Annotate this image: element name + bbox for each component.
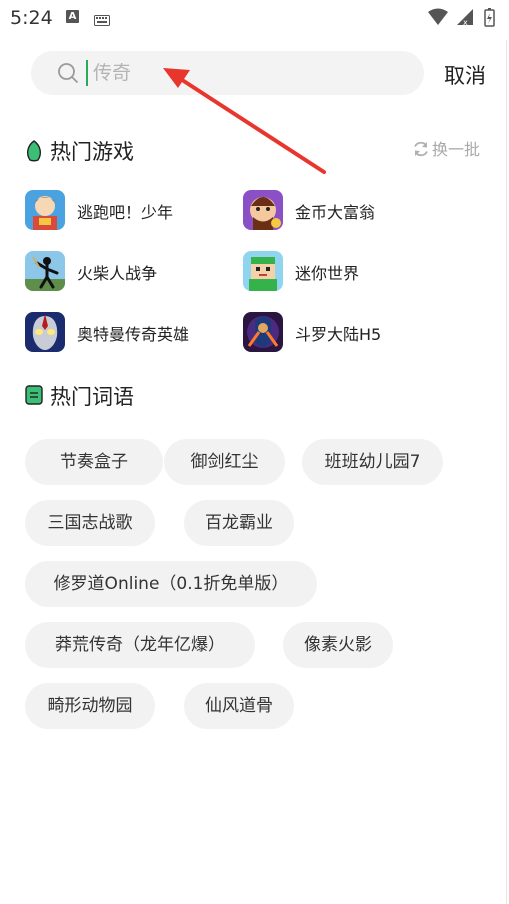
refresh-icon — [414, 141, 428, 157]
hot-word-tag[interactable]: 班班幼儿园7 — [302, 439, 443, 485]
game-name: 逃跑吧！少年 — [77, 203, 174, 222]
game-miniworld-icon — [243, 251, 283, 291]
game-name: 金币大富翁 — [295, 203, 376, 222]
hot-word-tag[interactable]: 百龙霸业 — [184, 500, 294, 546]
game-name: 迷你世界 — [295, 264, 360, 283]
game-jinbidafuweng-icon — [243, 190, 283, 230]
svg-text:x: x — [463, 18, 468, 27]
wifi-signal-battery-icon: x — [428, 8, 495, 27]
divider — [506, 40, 507, 904]
game-name: 斗罗大陆H5 — [295, 325, 382, 344]
game-ultraman-icon — [25, 312, 65, 352]
text-cursor — [86, 60, 88, 86]
refresh-button[interactable]: 换一批 — [412, 136, 480, 160]
hot-words-title: 热门词语 — [50, 385, 134, 409]
status-time: 5:24 — [10, 7, 53, 29]
game-huochairen-icon — [25, 251, 65, 291]
status-bar: 5:24 A x — [0, 0, 509, 34]
hot-word-tag[interactable]: 修罗道Online（0.1折免单版） — [25, 561, 317, 607]
hot-word-tag[interactable]: 畸形动物园 — [25, 683, 155, 729]
game-name: 奥特曼传奇英雄 — [77, 325, 190, 344]
hot-word-tag[interactable]: 节奏盒子 — [25, 439, 163, 485]
hot-word-tag[interactable]: 御剑红尘 — [164, 439, 285, 485]
hot-word-tag[interactable]: 莽荒传奇（龙年亿爆） — [25, 622, 255, 668]
leaf-icon — [26, 140, 42, 162]
annotation-arrow-icon — [163, 68, 326, 174]
hot-games-title: 热门游戏 — [50, 140, 134, 164]
game-douluo-icon — [243, 312, 283, 352]
game-taopaoba-icon — [25, 190, 65, 230]
status-indicators: x — [427, 7, 499, 27]
search-icon — [57, 62, 79, 88]
cancel-button[interactable]: 取消 — [444, 60, 486, 90]
keyboard-icon — [94, 11, 110, 30]
note-icon — [25, 385, 43, 405]
hot-word-tag[interactable]: 仙风道骨 — [184, 683, 294, 729]
refresh-label: 换一批 — [432, 140, 481, 159]
a-notification-icon: A — [66, 10, 79, 23]
game-name: 火柴人战争 — [77, 264, 158, 283]
hot-word-tag[interactable]: 三国志战歌 — [25, 500, 155, 546]
hot-word-tag[interactable]: 像素火影 — [283, 622, 393, 668]
